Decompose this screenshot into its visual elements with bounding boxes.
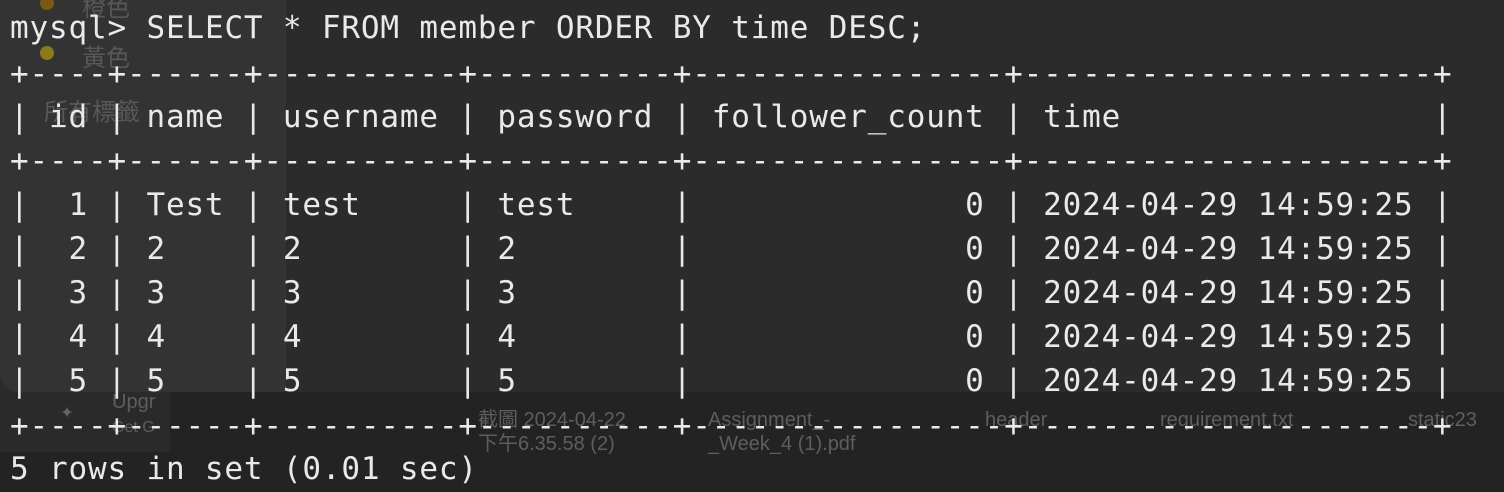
sql-command: SELECT * FROM member ORDER BY time DESC; <box>146 10 927 46</box>
mysql-prompt: mysql> <box>10 10 127 46</box>
terminal-output[interactable]: mysql> SELECT * FROM member ORDER BY tim… <box>0 0 1504 492</box>
table-border-header: +----+------+----------+----------+-----… <box>10 143 1453 179</box>
table-header-row: | id | name | username | password | foll… <box>10 99 1453 135</box>
table-row: | 3 | 3 | 3 | 3 | 0 | 2024-04-29 14:59:2… <box>10 275 1453 311</box>
table-border-top: +----+------+----------+----------+-----… <box>10 56 1453 92</box>
table-row: | 4 | 4 | 4 | 4 | 0 | 2024-04-29 14:59:2… <box>10 319 1453 355</box>
command-line: mysql> SELECT * FROM member ORDER BY tim… <box>10 6 926 50</box>
table-row: | 1 | Test | test | test | 0 | 2024-04-2… <box>10 187 1453 223</box>
table-row: | 2 | 2 | 2 | 2 | 0 | 2024-04-29 14:59:2… <box>10 231 1453 267</box>
result-summary: 5 rows in set (0.01 sec) <box>10 451 478 487</box>
table-row: | 5 | 5 | 5 | 5 | 0 | 2024-04-29 14:59:2… <box>10 363 1453 399</box>
table-border-bottom: +----+------+----------+----------+-----… <box>10 408 1453 444</box>
